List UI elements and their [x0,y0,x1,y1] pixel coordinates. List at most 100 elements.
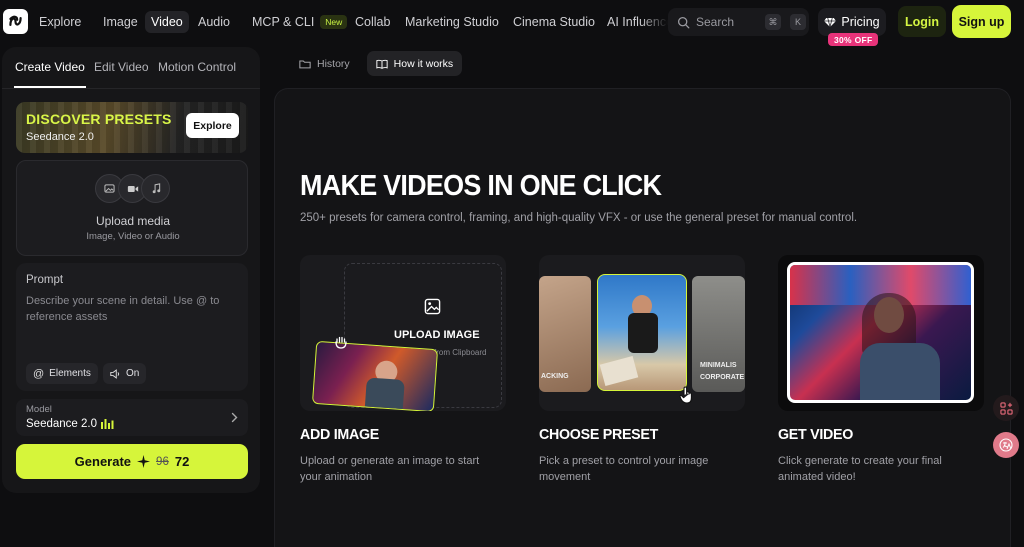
upload-media-dropzone[interactable]: Upload media Image, Video or Audio [16,160,248,256]
discount-badge: 30% OFF [828,33,879,46]
nav-mcp-cli[interactable]: MCP & CLI New [246,11,353,33]
preset-label-tracking: ACKING [541,373,569,380]
model-name-row: Seedance 2.0 [26,418,114,430]
tab-create-video[interactable]: Create Video [15,60,85,74]
nav-video[interactable]: Video [145,11,189,33]
at-icon: @ [33,367,45,380]
original-credit-cost: 96 [156,455,169,468]
choose-preset-description: Pick a preset to control your image move… [539,455,709,483]
search-icon [677,16,690,28]
preset-thumbnail-right: MINIMALIS CORPORATE [692,276,745,392]
app-logo[interactable] [3,9,28,34]
preset-newspaper [599,355,639,387]
tab-how-it-works-label: How it works [393,57,454,70]
pricing-button[interactable]: Pricing [818,8,886,36]
portrait-body [364,377,405,411]
nav-audio-label: Audio [198,15,230,29]
audio-toggle-label: On [126,368,140,379]
chevron-right-icon [231,412,238,423]
preset-label-minimalism: MINIMALIS [700,362,737,369]
nav-video-label: Video [151,15,183,29]
get-video-title: GET VIDEO [778,426,854,443]
tab-history-label: History [317,57,350,70]
nav-mcp-cli-label: MCP & CLI [252,15,315,29]
folder-icon [299,59,311,68]
preset-thumbnail-selected [597,274,687,391]
preset-figure-body [628,313,658,353]
add-image-card: UPLOAD IMAGE from Clipboard [300,255,506,411]
tab-edit-video[interactable]: Edit Video [94,60,149,74]
nav-overflow-fade [640,8,668,36]
model-bars-icon [100,419,114,429]
search-placeholder: Search [696,15,735,29]
credit-cost: 72 [174,454,190,469]
pointer-hand-icon [679,386,692,404]
model-name: Seedance 2.0 [26,418,97,430]
prompt-placeholder: Describe your scene in detail. Use @ to … [26,295,220,323]
signup-button[interactable]: Sign up [952,5,1011,38]
get-video-card [778,255,984,411]
logo-mark-icon [9,15,22,27]
speaker-icon [110,368,120,379]
nav-explore[interactable]: Explore [33,11,87,33]
nav-image[interactable]: Image [97,11,144,33]
book-icon [376,59,388,69]
pricing-label: Pricing [841,15,880,29]
banner-subtitle: Seedance 2.0 [26,131,94,143]
tab-motion-control[interactable]: Motion Control [158,60,236,74]
choose-preset-title: CHOOSE PRESET [539,426,659,443]
upload-image-label: UPLOAD IMAGE [394,329,480,341]
explore-presets-button[interactable]: Explore [186,113,239,138]
top-navigation: Explore Image Video Audio MCP & CLI New … [0,0,1024,46]
nav-marketing-studio-label: Marketing Studio [405,15,499,29]
nav-explore-label: Explore [39,15,82,29]
prompt-field[interactable]: Prompt Describe your scene in detail. Us… [16,263,248,391]
nav-collab-label: Collab [355,15,391,29]
tab-how-it-works[interactable]: How it works [366,51,463,76]
sample-photo-thumbnail [311,340,439,411]
result-video-frame [787,262,974,403]
elements-chip[interactable]: @ Elements [26,363,98,384]
apps-grid-icon [999,401,1013,415]
add-image-description: Upload or generate an image to start you… [300,455,480,483]
preset-thumbnail-left: ACKING [539,276,591,392]
upload-title: Upload media [95,214,171,228]
content-tabs: History How it works [290,51,463,76]
preset-label-corporate: CORPORATE [700,374,745,381]
choose-preset-card: ACKING MINIMALIS CORPORATE [539,255,745,411]
translate-button[interactable] [993,432,1019,458]
music-icon [141,174,170,203]
tab-divider [2,88,260,89]
apps-grid-button[interactable] [993,395,1019,421]
nav-marketing-studio[interactable]: Marketing Studio [399,11,505,33]
shortcut-cmd-key: ⌘ [765,14,781,30]
diamond-icon [824,17,837,27]
search-input[interactable]: Search ⌘ K [668,8,809,36]
shortcut-k-key: K [790,14,806,30]
translate-icon [999,438,1013,452]
tab-history[interactable]: History [290,51,359,76]
media-type-icons [95,174,171,203]
audio-toggle-chip[interactable]: On [103,363,147,384]
nav-image-label: Image [103,15,138,29]
new-badge: New [320,15,348,29]
generate-button[interactable]: Generate 96 72 [16,444,248,479]
create-video-panel: Create Video Edit Video Motion Control D… [2,47,260,493]
nav-cinema-studio[interactable]: Cinema Studio [507,11,601,33]
model-label: Model [26,404,52,415]
prompt-label: Prompt [26,274,64,286]
grab-hand-icon [335,336,347,349]
elements-chip-label: Elements [49,368,91,379]
add-image-title: ADD IMAGE [300,426,379,443]
get-video-description: Click generate to create your final anim… [778,455,942,483]
login-button[interactable]: Login [898,6,946,37]
nav-audio[interactable]: Audio [192,11,236,33]
clipboard-hint: from Clipboard [434,348,487,357]
nav-collab[interactable]: Collab [349,11,396,33]
nav-cinema-studio-label: Cinema Studio [513,15,595,29]
model-selector[interactable]: Model Seedance 2.0 [16,399,248,436]
upload-subtitle: Image, Video or Audio [86,231,180,242]
generate-label: Generate [74,454,132,469]
banner-title: DISCOVER PRESETS [26,111,172,127]
hero-title: MAKE VIDEOS IN ONE CLICK [300,170,662,202]
